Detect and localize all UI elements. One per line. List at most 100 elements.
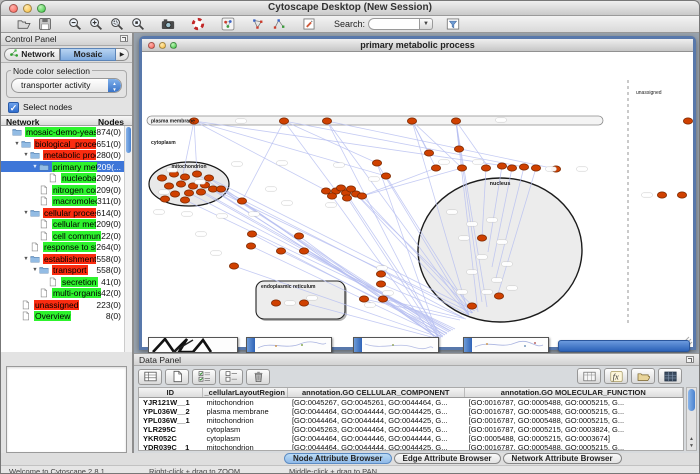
network-node[interactable] xyxy=(157,175,166,181)
table-row[interactable]: YLR295Ccytoplasm[GO:0045263, GO:0044464,… xyxy=(139,425,683,434)
birdseye-view[interactable] xyxy=(6,366,127,453)
network-node[interactable] xyxy=(467,303,476,309)
network-node[interactable] xyxy=(531,165,540,171)
network-node[interactable] xyxy=(431,165,440,171)
network-node[interactable] xyxy=(372,160,381,166)
tree-row-cell-communicat[interactable]: cell communicat22(0) xyxy=(1,230,132,242)
tree-row-multi-organism-pro[interactable]: multi-organism pro42(0) xyxy=(1,287,132,299)
network-node[interactable] xyxy=(176,181,185,187)
table-scrollbar[interactable]: ▲▼ xyxy=(686,387,697,451)
network-node[interactable] xyxy=(184,190,193,196)
network-node[interactable] xyxy=(481,165,490,171)
network-node[interactable] xyxy=(279,118,288,124)
zoom-selected-button[interactable] xyxy=(107,17,126,32)
table-row[interactable]: YJR121W__1mitochondrion[GO:0045267, GO:0… xyxy=(139,398,683,407)
formula-button[interactable]: fx xyxy=(604,368,628,384)
network-node[interactable] xyxy=(683,118,692,124)
network-node[interactable] xyxy=(271,300,280,306)
network-node[interactable] xyxy=(381,173,390,179)
column-header[interactable]: annotation.GO CELLULAR_COMPONENT xyxy=(288,388,465,397)
network-node[interactable] xyxy=(164,183,173,189)
expander-icon[interactable]: ▼ xyxy=(22,256,30,262)
network-node[interactable] xyxy=(494,293,503,299)
column-header[interactable]: ID xyxy=(139,388,203,397)
network-node[interactable] xyxy=(357,193,366,199)
network-node[interactable] xyxy=(497,163,506,169)
network-node[interactable] xyxy=(299,248,308,254)
expander-icon[interactable]: ▼ xyxy=(22,210,30,216)
help-button[interactable] xyxy=(188,17,207,32)
tree-row-macromolecule[interactable]: macromolecule311(0) xyxy=(1,195,132,207)
tab-node-attribute-browser[interactable]: Node Attribute Browser xyxy=(284,453,392,464)
network-node[interactable] xyxy=(322,118,331,124)
network-node[interactable] xyxy=(457,165,466,171)
nucleus-region[interactable] xyxy=(418,178,582,322)
open-button[interactable] xyxy=(14,17,33,32)
matrix-button[interactable] xyxy=(658,368,682,384)
network-window[interactable]: primary metabolic process plasma membran… xyxy=(139,36,696,350)
tree-row-secretion[interactable]: secretion41(0) xyxy=(1,276,132,288)
tree-row-transport[interactable]: ▼transport558(0) xyxy=(1,264,132,276)
network-node[interactable] xyxy=(359,296,368,302)
tree-row-overview[interactable]: Overview8(0) xyxy=(1,310,132,322)
expander-icon[interactable]: ▼ xyxy=(31,164,39,170)
float-panel-icon[interactable] xyxy=(686,356,694,363)
minimized-window-thumbnail[interactable] xyxy=(148,337,238,353)
network-node[interactable] xyxy=(247,231,256,237)
network-node[interactable] xyxy=(229,263,238,269)
plasma-membrane-region[interactable] xyxy=(147,116,603,125)
column-header[interactable]: _cellularLayoutRegion xyxy=(203,388,288,397)
tree-row-response-to-stimulu[interactable]: response to stimulu264(0) xyxy=(1,241,132,253)
expander-icon[interactable]: ▼ xyxy=(13,141,21,147)
tab-network-attribute-browser[interactable]: Network Attribute Browser xyxy=(503,453,622,464)
network-node[interactable] xyxy=(376,271,385,277)
float-panel-icon[interactable] xyxy=(120,35,128,42)
annotation-button[interactable] xyxy=(299,17,318,32)
search-dropdown-icon[interactable]: ▼ xyxy=(420,18,433,30)
close-button[interactable] xyxy=(9,4,18,13)
unselect-attributes-button[interactable] xyxy=(219,369,243,385)
network-node[interactable] xyxy=(507,165,516,171)
zoom-out-button[interactable] xyxy=(65,17,84,32)
edit-edges-button[interactable] xyxy=(269,17,288,32)
network-node[interactable] xyxy=(294,233,303,239)
network-node[interactable] xyxy=(657,192,666,198)
network-node[interactable] xyxy=(192,171,201,177)
network-node[interactable] xyxy=(376,281,385,287)
network-node[interactable] xyxy=(170,191,179,197)
network-node[interactable] xyxy=(454,146,463,152)
zoom-fit-button[interactable] xyxy=(128,17,147,32)
vizmapper-button[interactable] xyxy=(218,17,237,32)
tree-scrollbar[interactable] xyxy=(124,126,132,351)
network-node[interactable] xyxy=(276,248,285,254)
network-node[interactable] xyxy=(519,164,528,170)
network-node[interactable] xyxy=(196,189,205,195)
table-row[interactable]: YPL036W__1mitochondrion[GO:0044464, GO:0… xyxy=(139,416,683,425)
zoom-in-button[interactable] xyxy=(86,17,105,32)
network-node[interactable] xyxy=(216,186,225,192)
tab-edge-attribute-browser[interactable]: Edge Attribute Browser xyxy=(394,453,501,464)
filter-button[interactable] xyxy=(443,17,462,32)
import-button[interactable] xyxy=(631,368,655,384)
attribute-list-button[interactable] xyxy=(138,369,162,385)
tree-row-nitrogen-compo[interactable]: nitrogen compo209(0) xyxy=(1,184,132,196)
network-node[interactable] xyxy=(237,198,246,204)
network-node[interactable] xyxy=(299,300,308,306)
delete-attribute-button[interactable] xyxy=(246,369,270,385)
save-button[interactable] xyxy=(35,17,54,32)
network-node[interactable] xyxy=(424,150,433,156)
tab-network[interactable]: Network xyxy=(4,48,60,61)
network-node[interactable] xyxy=(160,196,169,202)
table-row[interactable]: YDR039C__1mitochondrion[GO:0044464, GO:0… xyxy=(139,443,683,451)
network-node[interactable] xyxy=(378,296,387,302)
snapshot-button[interactable] xyxy=(158,17,177,32)
tree-row-cellular-process[interactable]: ▼cellular process614(0) xyxy=(1,207,132,219)
network-node[interactable] xyxy=(407,118,416,124)
show-table-button[interactable] xyxy=(577,368,601,384)
search-input[interactable] xyxy=(368,18,420,30)
tree-row-nucleobase-[interactable]: nucleobase-209(0) xyxy=(1,172,132,184)
node-color-dropdown[interactable]: transporter activity ▲▼ xyxy=(11,78,122,93)
table-row[interactable]: YPL036W__2plasma membrane[GO:0044464, GO… xyxy=(139,407,683,416)
column-header[interactable]: annotation.GO MOLECULAR_FUNCTION xyxy=(465,388,683,397)
minimized-window-thumbnail[interactable] xyxy=(353,337,439,353)
